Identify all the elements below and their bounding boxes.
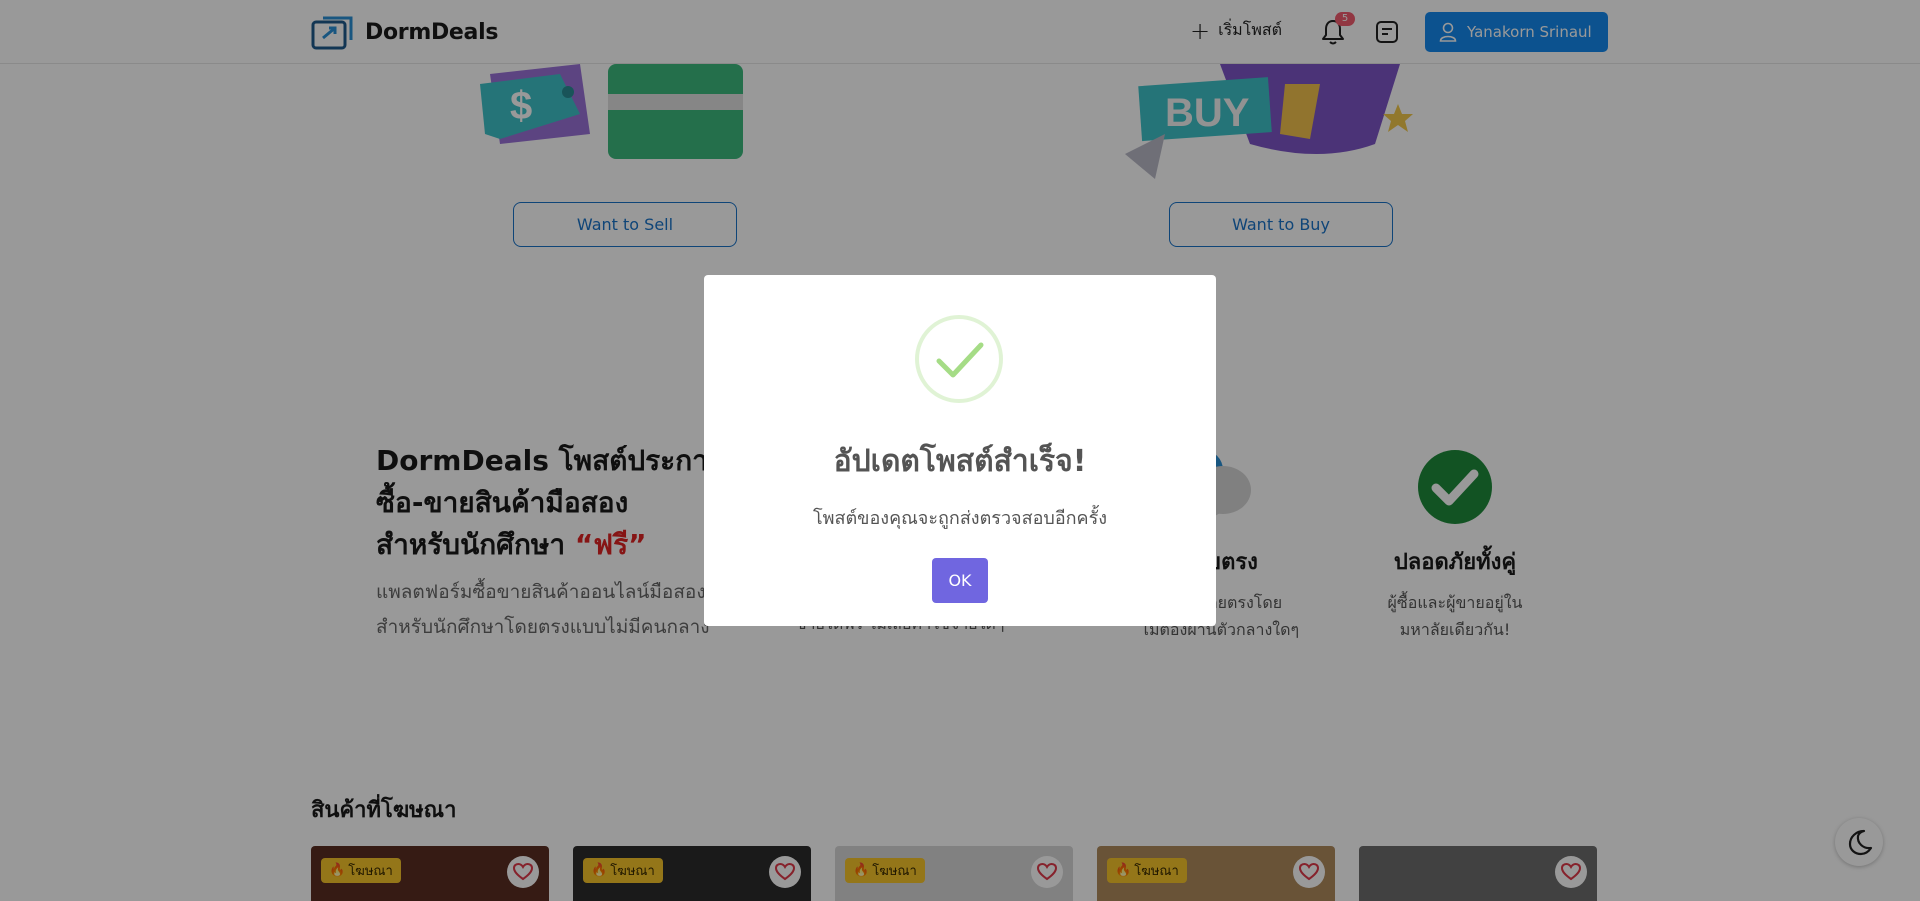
success-icon xyxy=(915,315,1003,403)
success-dialog: อัปเดตโพสต์สำเร็จ! โพสต์ของคุณจะถูกส่งตร… xyxy=(704,275,1216,626)
dialog-title: อัปเดตโพสต์สำเร็จ! xyxy=(833,444,1087,479)
ok-button[interactable]: OK xyxy=(932,558,988,603)
check-icon xyxy=(936,342,984,378)
dialog-message: โพสต์ของคุณจะถูกส่งตรวจสอบอีกครั้ง xyxy=(812,508,1108,529)
